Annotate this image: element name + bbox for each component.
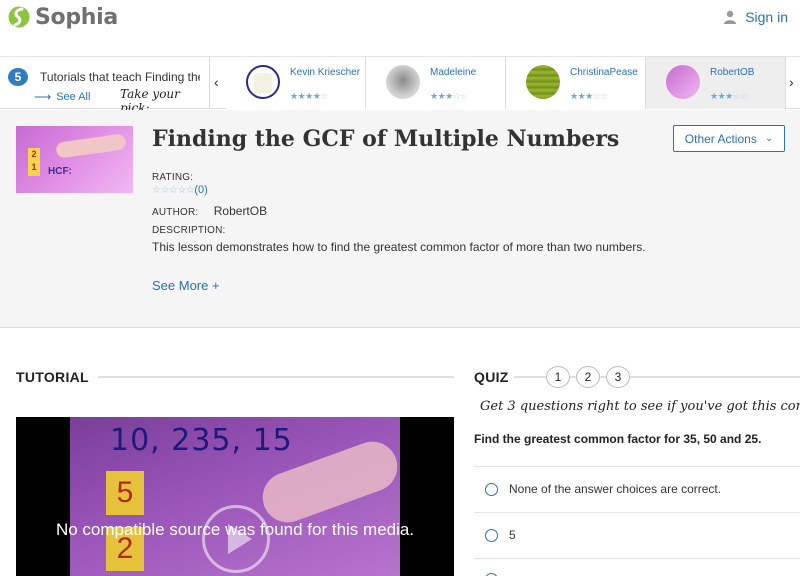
- video-sticky-note-1: 5: [106, 471, 144, 515]
- tutorial-card-madeleine[interactable]: Madeleine ★★★☆☆: [366, 57, 506, 109]
- quiz-heading: QUIZ: [474, 369, 509, 385]
- see-all-label: See All: [56, 91, 91, 103]
- tutorial-card-christinapease[interactable]: ChristinaPease ★★★☆☆: [506, 57, 646, 109]
- tutorial-card-kevin-kriescher[interactable]: Kevin Kriescher ★★★★☆: [226, 57, 366, 109]
- tutorial-author: Kevin Kriescher: [290, 67, 361, 78]
- sign-in-label: Sign in: [745, 9, 788, 25]
- author-row: AUTHOR: RobertOB: [152, 204, 267, 218]
- see-all-link[interactable]: ⟶ See All: [34, 90, 90, 104]
- page-title: Finding the GCF of Multiple Numbers: [152, 126, 620, 152]
- tutorial-thumbnail: [526, 65, 560, 99]
- thumbnail-hand: [55, 133, 127, 159]
- radio-button[interactable]: [485, 529, 498, 542]
- description-label: DESCRIPTION:: [152, 225, 226, 236]
- video-frame-numbers: 10, 235, 15: [110, 423, 293, 458]
- tutorial-thumbnail: [386, 65, 420, 99]
- answer-text: 5: [509, 528, 516, 542]
- chevron-left-icon[interactable]: ‹: [214, 74, 219, 90]
- quiz-step-2[interactable]: 2: [576, 366, 600, 388]
- tutorial-heading: TUTORIAL: [16, 369, 89, 385]
- star-rating: ★★★★☆: [290, 91, 328, 101]
- rating-widget[interactable]: ☆☆☆☆☆ (0): [152, 184, 208, 196]
- author-name[interactable]: RobertOB: [214, 204, 267, 218]
- radio-button[interactable]: [485, 483, 498, 496]
- no-source-message: No compatible source was found for this …: [55, 520, 415, 539]
- user-icon: [724, 10, 737, 24]
- arrow-right-icon: ⟶: [34, 90, 52, 104]
- sign-in-link[interactable]: Sign in: [723, 9, 788, 25]
- quiz-question: Find the greatest common factor for 35, …: [474, 432, 762, 446]
- quiz-answer-option[interactable]: None of the answer choices are correct.: [474, 466, 800, 511]
- tutorial-author: RobertOB: [710, 67, 755, 78]
- chevron-right-icon[interactable]: ›: [789, 74, 794, 90]
- empty-stars-icon: ☆☆☆☆☆: [152, 184, 195, 196]
- answer-text: None of the answer choices are correct.: [509, 482, 722, 496]
- tutorial-author: ChristinaPease: [570, 67, 638, 78]
- lesson-description: This lesson demonstrates how to find the…: [152, 240, 646, 254]
- tutorial-heading-rule: [98, 376, 454, 378]
- star-rating: ★★★☆☆: [710, 91, 748, 101]
- related-tutorials-summary: 5 Tutorials that teach Finding the ⟶ See…: [0, 57, 210, 115]
- quiz-answer-option[interactable]: 5: [474, 512, 800, 557]
- quiz-hint: Get 3 questions right to see if you've g…: [480, 399, 800, 414]
- author-label: AUTHOR:: [152, 207, 199, 218]
- tutorial-author: Madeleine: [430, 67, 477, 78]
- tutorial-thumbnail: [666, 65, 700, 99]
- other-actions-label: Other Actions: [684, 131, 757, 146]
- quiz-step-1[interactable]: 1: [546, 366, 570, 388]
- chevron-down-icon: ⌄: [764, 133, 774, 144]
- lesson-info-panel: 21 HCF: Finding the GCF of Multiple Numb…: [0, 110, 800, 328]
- sophia-logo[interactable]: Sophia: [8, 4, 118, 30]
- brand-name: Sophia: [35, 4, 118, 30]
- related-tutorials-title: Tutorials that teach Finding the: [40, 70, 200, 84]
- related-tutorials-strip: 5 Tutorials that teach Finding the ⟶ See…: [0, 57, 800, 115]
- sophia-leaf-icon: [8, 6, 30, 28]
- video-player[interactable]: 10, 235, 15 5 2 No compatible source was…: [16, 417, 454, 576]
- star-rating: ★★★☆☆: [430, 91, 468, 101]
- lesson-thumbnail[interactable]: 21 HCF:: [16, 126, 133, 193]
- tutorial-thumbnail: [246, 65, 280, 99]
- quiz-answer-option[interactable]: [474, 558, 800, 576]
- thumbnail-sticky-note: 21: [28, 148, 40, 176]
- tutorial-count-badge: 5: [8, 68, 28, 86]
- thumbnail-hcf-text: HCF:: [48, 166, 72, 177]
- quiz-step-3[interactable]: 3: [606, 366, 630, 388]
- site-header: Sophia Sign in: [0, 0, 800, 57]
- rating-count: (0): [194, 184, 208, 196]
- tutorial-card-robertob[interactable]: RobertOB ★★★☆☆: [646, 57, 786, 109]
- other-actions-button[interactable]: Other Actions ⌄: [673, 125, 785, 152]
- rating-label: RATING:: [152, 172, 194, 183]
- see-more-link[interactable]: See More +: [152, 278, 220, 293]
- star-rating: ★★★☆☆: [570, 91, 608, 101]
